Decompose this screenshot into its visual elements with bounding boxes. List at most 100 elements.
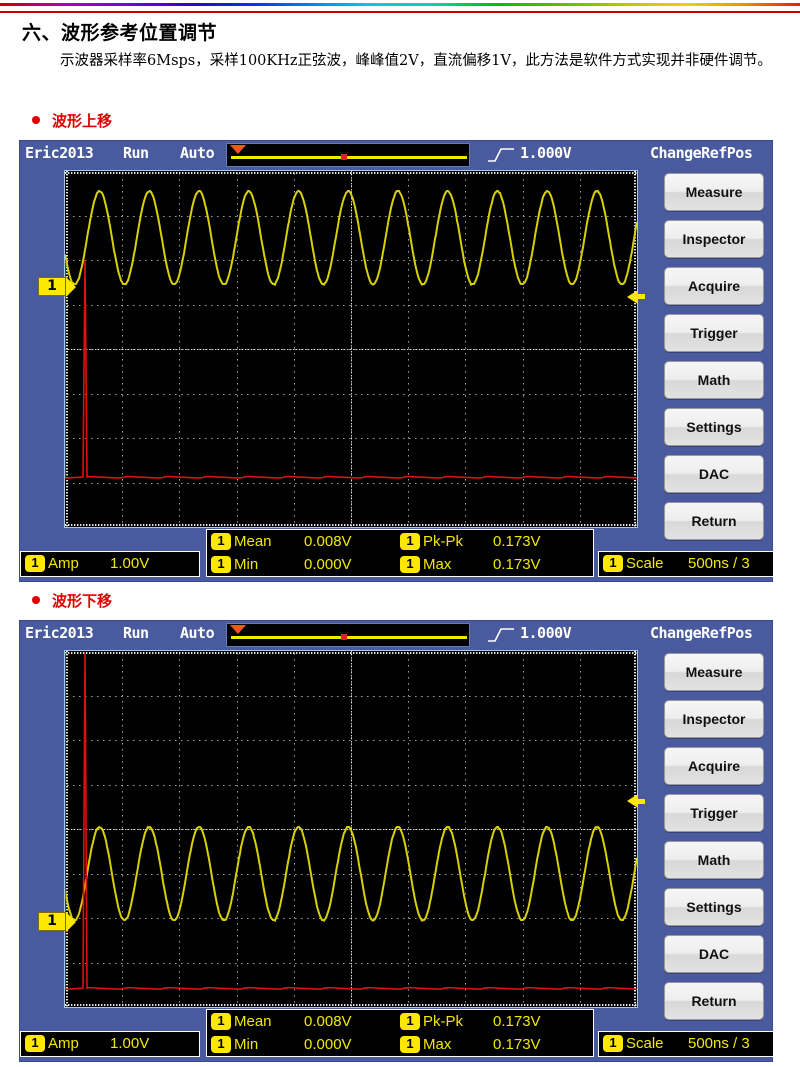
menu-button-settings[interactable]: Settings (664, 888, 764, 926)
channel-1-ground-arrow-tail (638, 798, 645, 804)
amp-value: 1.00V (110, 555, 150, 572)
channel-1-reference-marker[interactable]: 1 (38, 276, 76, 297)
measurement-row-mean-pkpk: 1 Mean 0.008V 1 Pk-Pk 0.173V (207, 1010, 593, 1033)
section-heading-waveform-up: 波形上移 (32, 110, 112, 131)
menu-button-dac[interactable]: DAC (664, 935, 764, 973)
timebase-panel-2[interactable]: 1 Scale 500ns / 3 (598, 1031, 774, 1057)
side-menu-1: Measure Inspector Acquire Trigger Math S… (664, 173, 764, 549)
menu-button-inspector[interactable]: Inspector (664, 220, 764, 258)
min-label: Min (234, 556, 259, 573)
measurement-row-mean-pkpk: 1 Mean 0.008V 1 Pk-Pk 0.173V (207, 530, 593, 553)
timebase-panel-1[interactable]: 1 Scale 500ns / 3 (598, 551, 774, 577)
menu-button-measure[interactable]: Measure (664, 653, 764, 691)
trigger-position-arrow-icon[interactable] (230, 625, 246, 634)
amplitude-panel-1[interactable]: 1 Amp 1.00V (20, 551, 200, 577)
menu-button-acquire[interactable]: Acquire (664, 747, 764, 785)
channel-badge: 1 (400, 556, 420, 573)
waveform-traces-1 (65, 189, 637, 479)
measurement-row-amp: 1 Amp 1.00V (21, 1032, 199, 1055)
channel-badge: 1 (603, 1035, 623, 1052)
oscilloscope-screen-1: Eric2013 Run Auto 1.000V ChangeRefPos 1 … (19, 140, 774, 582)
menu-button-dac[interactable]: DAC (664, 455, 764, 493)
channel-badge: 1 (211, 556, 231, 573)
min-label: Min (234, 1036, 259, 1053)
menu-button-acquire[interactable]: Acquire (664, 267, 764, 305)
waveform-plot-area-2[interactable] (64, 650, 638, 1008)
red-divider (0, 11, 800, 13)
trigger-level-value[interactable]: 1.000V (520, 624, 572, 642)
intro-paragraph: 示波器采样率6Msps，采样100KHz正弦波，峰峰值2V，直流偏移1V，此方法… (60, 53, 772, 69)
menu-button-return[interactable]: Return (664, 502, 764, 540)
memory-span-line (231, 636, 467, 639)
bullet-up-label: 波形上移 (52, 112, 113, 130)
page-title: 六、波形参考位置调节 (22, 22, 218, 44)
channel-1-ground-arrow-icon (627, 289, 638, 304)
trigger-level-value[interactable]: 1.000V (520, 144, 572, 162)
scale-value: 500ns / 3 (688, 555, 750, 572)
channel-badge: 1 (211, 1013, 231, 1030)
mean-label: Mean (234, 1013, 272, 1030)
menu-button-trigger[interactable]: Trigger (664, 794, 764, 832)
measurement-row-min-max: 1 Min 0.000V 1 Max 0.173V (207, 1033, 593, 1056)
menu-button-inspector[interactable]: Inspector (664, 700, 764, 738)
menu-title: ChangeRefPos (650, 144, 753, 162)
max-label: Max (423, 556, 452, 573)
trigger-position-bar[interactable] (226, 143, 470, 167)
min-value: 0.000V (304, 1036, 352, 1053)
channel-1-reference-marker[interactable]: 1 (38, 912, 76, 933)
scale-label: Scale (626, 1035, 664, 1052)
section-heading-waveform-down: 波形下移 (32, 590, 112, 611)
mean-value: 0.008V (304, 533, 352, 550)
channel-1-ground-arrow-tail (638, 294, 645, 300)
channel-badge: 1 (25, 1035, 45, 1052)
oscilloscope-screen-2: Eric2013 Run Auto 1.000V ChangeRefPos 1 … (19, 620, 774, 1062)
scope-header: Eric2013 Run Auto 1.000V ChangeRefPos (20, 141, 772, 169)
amp-label: Amp (48, 1035, 79, 1052)
amplitude-panel-2[interactable]: 1 Amp 1.00V (20, 1031, 200, 1057)
menu-title: ChangeRefPos (650, 624, 753, 642)
menu-button-trigger[interactable]: Trigger (664, 314, 764, 352)
run-state-label[interactable]: Run (123, 624, 149, 642)
channel-badge: 1 (400, 533, 420, 550)
measurement-row-scale: 1 Scale 500ns / 3 (599, 552, 773, 575)
trigger-mode-label[interactable]: Auto (180, 624, 215, 642)
channel-badge: 1 (25, 555, 45, 572)
waveform-plot-area-1[interactable] (64, 170, 638, 528)
channel-badge: 1 (211, 533, 231, 550)
mean-value: 0.008V (304, 1013, 352, 1030)
side-menu-2: Measure Inspector Acquire Trigger Math S… (664, 653, 764, 1029)
measurement-panel-main-2[interactable]: 1 Mean 0.008V 1 Pk-Pk 0.173V 1 Min 0.000V 1 Max 0.… (206, 1009, 594, 1057)
trigger-mode-label[interactable]: Auto (180, 144, 215, 162)
scale-label: Scale (626, 555, 664, 572)
waveform-traces-2 (65, 653, 637, 991)
bullet-down-label: 波形下移 (52, 592, 113, 610)
max-value: 0.173V (493, 556, 541, 573)
run-state-label[interactable]: Run (123, 144, 149, 162)
pkpk-value: 0.173V (493, 1013, 541, 1030)
measurement-panel-main-1[interactable]: 1 Mean 0.008V 1 Pk-Pk 0.173V 1 Min 0.000V 1 Max 0.… (206, 529, 594, 577)
pkpk-value: 0.173V (493, 533, 541, 550)
max-value: 0.173V (493, 1036, 541, 1053)
trigger-point-marker (341, 154, 347, 160)
channel-badge: 1 (400, 1036, 420, 1053)
rainbow-divider (0, 3, 800, 6)
pkpk-label: Pk-Pk (423, 533, 464, 550)
brand-label: Eric2013 (25, 144, 94, 162)
measurement-row-min-max: 1 Min 0.000V 1 Max 0.173V (207, 553, 593, 576)
channel-badge: 1 (603, 555, 623, 572)
menu-button-math[interactable]: Math (664, 841, 764, 879)
pkpk-label: Pk-Pk (423, 1013, 464, 1030)
memory-span-line (231, 156, 467, 159)
measurement-row-scale: 1 Scale 500ns / 3 (599, 1032, 773, 1055)
menu-button-measure[interactable]: Measure (664, 173, 764, 211)
trigger-position-arrow-icon[interactable] (230, 145, 246, 154)
measurement-row-amp: 1 Amp 1.00V (21, 552, 199, 575)
menu-button-return[interactable]: Return (664, 982, 764, 1020)
menu-button-settings[interactable]: Settings (664, 408, 764, 446)
channel-badge: 1 (400, 1013, 420, 1030)
trigger-position-bar[interactable] (226, 623, 470, 647)
menu-button-math[interactable]: Math (664, 361, 764, 399)
mean-label: Mean (234, 533, 272, 550)
bullet-dot-icon (32, 116, 40, 124)
min-value: 0.000V (304, 556, 352, 573)
